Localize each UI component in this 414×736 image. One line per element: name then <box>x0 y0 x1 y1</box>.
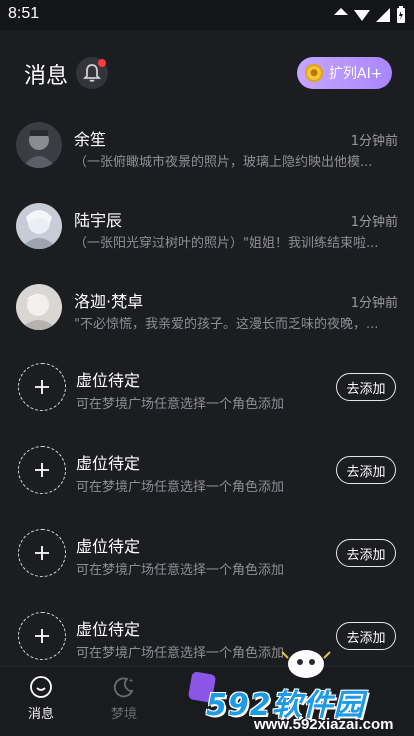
header: 消息 ● 扩列AI+ <box>0 52 414 96</box>
chat-item[interactable]: 洛迦·梵卓 1分钟前 "不必惊慌，我亲爱的孩子。这漫长而乏味的夜晚，... <box>0 276 414 352</box>
chat-name: 陆宇辰 <box>74 211 123 230</box>
add-slot-circle[interactable] <box>18 363 66 411</box>
chat-preview: "不必惊慌，我亲爱的孩子。这漫长而乏味的夜晚，... <box>74 317 379 332</box>
battery-icon <box>397 6 405 23</box>
chat-name: 洛迦·梵卓 <box>74 292 144 311</box>
chat-preview: （一张俯瞰城市夜景的照片，玻璃上隐约映出他模... <box>74 155 373 170</box>
add-slot-circle[interactable] <box>18 446 66 494</box>
chat-bubble-icon <box>30 676 52 698</box>
tab-label: 消息 <box>27 707 54 722</box>
watermark: 592软件园 www.592xiazai.com <box>204 640 414 736</box>
plus-icon <box>35 629 49 643</box>
slot-name: 虚位待定 <box>76 537 141 556</box>
cellular-icon <box>376 8 390 22</box>
slot-desc: 可在梦境广场任意选择一个角色添加 <box>76 563 285 578</box>
slot-desc: 可在梦境广场任意选择一个角色添加 <box>76 480 285 495</box>
controller-mascot-icon <box>281 650 331 678</box>
watermark-url: www.592xiazai.com <box>254 716 394 733</box>
slot-name: 虚位待定 <box>76 454 141 473</box>
bell-icon <box>83 64 101 82</box>
slot-name: 虚位待定 <box>76 620 141 639</box>
plus-icon <box>35 546 49 560</box>
slot-desc: 可在梦境广场任意选择一个角色添加 <box>76 397 285 412</box>
chat-item[interactable]: 陆宇辰 1分钟前 （一张阳光穿过树叶的照片）"姐姐！我训练结束啦... <box>0 195 414 271</box>
page-title: 消息 <box>24 64 69 89</box>
signal-icon <box>334 8 348 15</box>
expand-ai-button[interactable]: ● 扩列AI+ <box>297 57 392 89</box>
chat-item[interactable]: 余笙 1分钟前 （一张俯瞰城市夜景的照片，玻璃上隐约映出他模... <box>0 114 414 190</box>
empty-slot: 虚位待定 可在梦境广场任意选择一个角色添加 去添加 <box>0 353 414 433</box>
status-icons <box>334 6 406 24</box>
empty-slot: 虚位待定 可在梦境广场任意选择一个角色添加 去添加 <box>0 436 414 516</box>
avatar <box>16 284 62 330</box>
slot-name: 虚位待定 <box>76 371 141 390</box>
wifi-icon <box>354 10 370 21</box>
expand-ai-label: 扩列AI+ <box>329 66 383 82</box>
status-bar: 8:51 <box>0 0 414 30</box>
tab-messages[interactable]: 消息 <box>6 667 76 736</box>
add-slot-circle[interactable] <box>18 529 66 577</box>
chat-preview: （一张阳光穿过树叶的照片）"姐姐！我训练结束啦... <box>74 236 379 251</box>
chat-time: 1分钟前 <box>350 296 398 311</box>
add-character-button[interactable]: 去添加 <box>336 539 396 567</box>
plus-icon <box>35 380 49 394</box>
status-time: 8:51 <box>8 5 40 22</box>
chat-name: 余笙 <box>74 130 107 149</box>
chat-time: 1分钟前 <box>350 134 398 149</box>
notification-dot <box>98 59 106 67</box>
tab-label: 梦境 <box>110 707 137 722</box>
add-character-button[interactable]: 去添加 <box>336 373 396 401</box>
coin-icon: ● <box>305 64 323 82</box>
add-character-button[interactable]: 去添加 <box>336 456 396 484</box>
moon-star-icon <box>113 677 134 698</box>
plus-icon <box>35 463 49 477</box>
notification-button[interactable] <box>76 57 108 89</box>
avatar <box>16 203 62 249</box>
empty-slot: 虚位待定 可在梦境广场任意选择一个角色添加 去添加 <box>0 519 414 599</box>
add-slot-circle[interactable] <box>18 612 66 660</box>
avatar <box>16 122 62 168</box>
tab-dream[interactable]: 梦境 <box>89 667 159 736</box>
chat-time: 1分钟前 <box>350 215 398 230</box>
